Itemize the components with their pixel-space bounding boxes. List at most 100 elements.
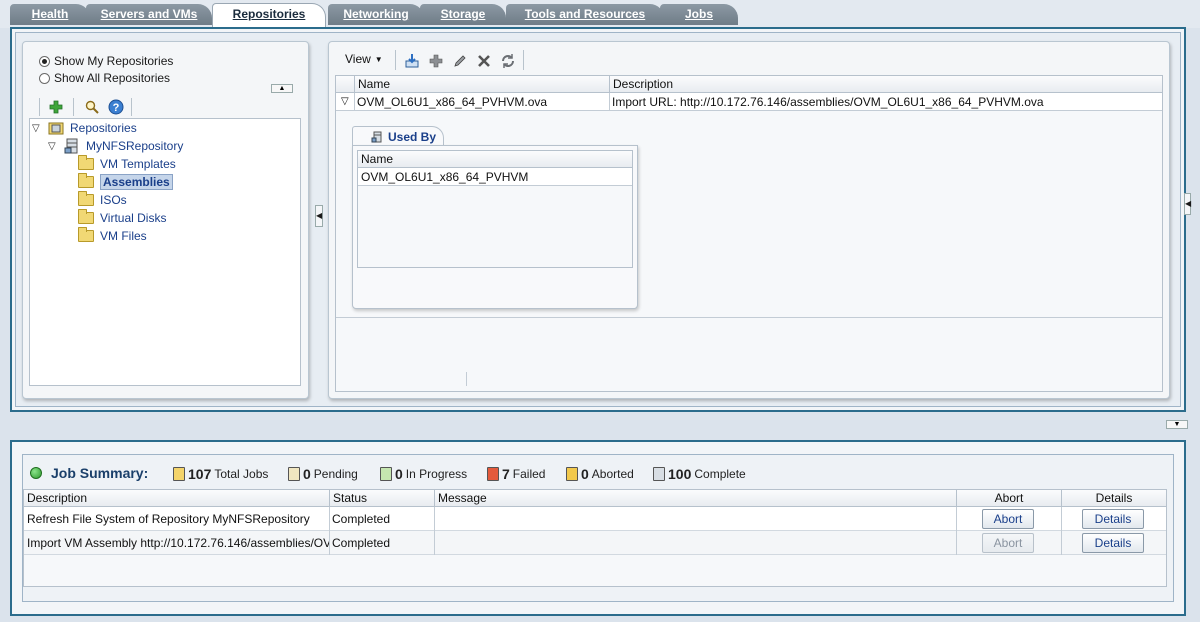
tree-node-virtual-disks[interactable]: Virtual Disks [78,209,167,226]
abort-button[interactable]: Abort [982,509,1034,529]
collapse-up-button[interactable]: ▲ [271,84,293,93]
folder-icon [78,191,94,206]
add-icon[interactable] [47,98,65,116]
folder-icon [78,173,94,188]
radio-label: Show My Repositories [54,54,174,68]
job-summary-panel: Job Summary: 107 Total Jobs 0 Pending 0 … [22,454,1174,602]
details-button[interactable]: Details [1082,509,1144,529]
stat-label: Aborted [591,467,634,481]
server-icon [371,131,382,142]
stat-label: Total Jobs [214,467,269,481]
stat-count: 0 [395,466,403,482]
tree-node-repositories[interactable]: ▽ Repositories [32,120,137,136]
detail-panel: View ▼ Name Description ▽ OVM_OL6U1_x86_… [328,41,1170,399]
table-row[interactable]: ▽ OVM_OL6U1_x86_64_PVHVM.ova Import URL:… [336,93,1162,111]
radio-selected-icon[interactable] [39,55,50,67]
column-header-name[interactable]: Name [354,76,609,93]
failed-icon [487,467,499,481]
view-menu[interactable]: View ▼ [345,52,383,66]
toolbar-separator [131,98,132,116]
tree-node-isos[interactable]: ISOs [78,191,127,208]
toolbar-separator [39,98,40,116]
stat-complete: 100 Complete [653,466,746,482]
column-divider [1061,507,1062,555]
tab-tools-and-resources[interactable]: Tools and Resources [506,4,664,25]
in-progress-icon [380,467,392,481]
expand-toggle-icon[interactable]: ▽ [32,123,42,134]
column-divider [354,93,355,111]
tree-label: VM Files [100,229,147,243]
column-header-details[interactable]: Details [1061,490,1166,507]
tree-node-vm-templates[interactable]: VM Templates [78,155,176,172]
column-header-description[interactable]: Description [609,76,1162,93]
tree-node-assemblies[interactable]: Assemblies [78,173,173,190]
column-header-description[interactable]: Description [24,490,329,507]
show-all-repositories-option[interactable]: Show All Repositories [39,71,170,85]
radio-label: Show All Repositories [54,71,171,85]
stat-label: Complete [694,467,746,481]
view-menu-label: View [345,52,371,66]
search-icon[interactable] [83,98,101,116]
toolbar-separator [395,50,396,70]
tree-label: Repositories [70,121,137,135]
expand-toggle-icon[interactable]: ▽ [48,141,58,152]
table-row[interactable]: Refresh File System of Repository MyNFSR… [24,507,1166,531]
repositories-icon [48,122,64,135]
navigation-panel: Show My Repositories Show All Repositori… [22,41,309,399]
job-summary-frame: Job Summary: 107 Total Jobs 0 Pending 0 … [10,440,1186,616]
used-by-table: Name OVM_OL6U1_x86_64_PVHVM [357,150,633,268]
tab-health[interactable]: Health [10,4,90,25]
tab-networking[interactable]: Networking [328,4,424,25]
stat-label: In Progress [405,467,468,481]
stat-label: Failed [512,467,546,481]
row-expand-toggle-icon[interactable]: ▽ [338,93,349,111]
tree-label: ISOs [100,193,127,207]
column-header-name[interactable]: Name [358,151,632,168]
splitter-collapse-right-icon[interactable]: ◀ [1184,193,1191,215]
import-icon[interactable] [403,52,421,70]
aborted-warning-icon [566,467,578,481]
assembly-description: Import URL: http://10.172.76.146/assembl… [612,95,1044,109]
tab-used-by[interactable]: Used By [352,126,444,146]
column-divider [609,93,610,111]
help-icon[interactable]: ? [107,98,125,116]
job-status: Completed [332,536,391,550]
radio-unselected-icon[interactable] [39,72,50,84]
total-jobs-icon [173,467,185,481]
detail-divider [336,317,1162,318]
column-header-abort[interactable]: Abort [956,490,1061,507]
main-frame: Show My Repositories Show All Repositori… [10,27,1191,412]
used-by-panel: Name OVM_OL6U1_x86_64_PVHVM [352,145,638,309]
table-row[interactable]: Import VM Assembly http://10.172.76.146/… [24,531,1166,555]
column-divider [956,507,957,555]
svg-text:?: ? [113,102,120,114]
table-row[interactable]: OVM_OL6U1_x86_64_PVHVM [358,168,632,186]
tab-servers-and-vms[interactable]: Servers and VMs [86,4,212,25]
tree-label-selected: Assemblies [100,174,173,190]
job-status: Completed [332,512,391,526]
stat-count: 107 [188,466,212,482]
abort-button[interactable]: Abort [982,533,1034,553]
tree-node-repository[interactable]: ▽ MyNFSRepository [48,138,183,154]
tree-label: VM Templates [100,157,176,171]
tab-repositories[interactable]: Repositories [212,3,326,27]
add-icon[interactable] [427,52,445,70]
splitter-collapse-left-icon[interactable]: ◀ [315,205,323,227]
footer-divider [466,372,467,386]
assembly-name: OVM_OL6U1_x86_64_PVHVM.ova [357,95,548,109]
delete-icon[interactable] [475,52,493,70]
edit-pencil-icon[interactable] [451,52,469,70]
job-description: Import VM Assembly http://10.172.76.146/… [27,536,329,550]
details-button[interactable]: Details [1082,533,1144,553]
tab-storage[interactable]: Storage [420,4,506,25]
column-header-status[interactable]: Status [329,490,434,507]
folder-icon [78,227,94,242]
refresh-icon[interactable] [499,52,517,70]
collapse-down-button[interactable]: ▼ [1166,420,1188,429]
tree-label: Virtual Disks [100,211,167,225]
tab-jobs[interactable]: Jobs [660,4,738,25]
tree-node-vm-files[interactable]: VM Files [78,227,147,244]
column-header-message[interactable]: Message [434,490,956,507]
show-my-repositories-option[interactable]: Show My Repositories [39,54,173,68]
tab-bar: Health Servers and VMs Repositories Netw… [0,0,1200,28]
